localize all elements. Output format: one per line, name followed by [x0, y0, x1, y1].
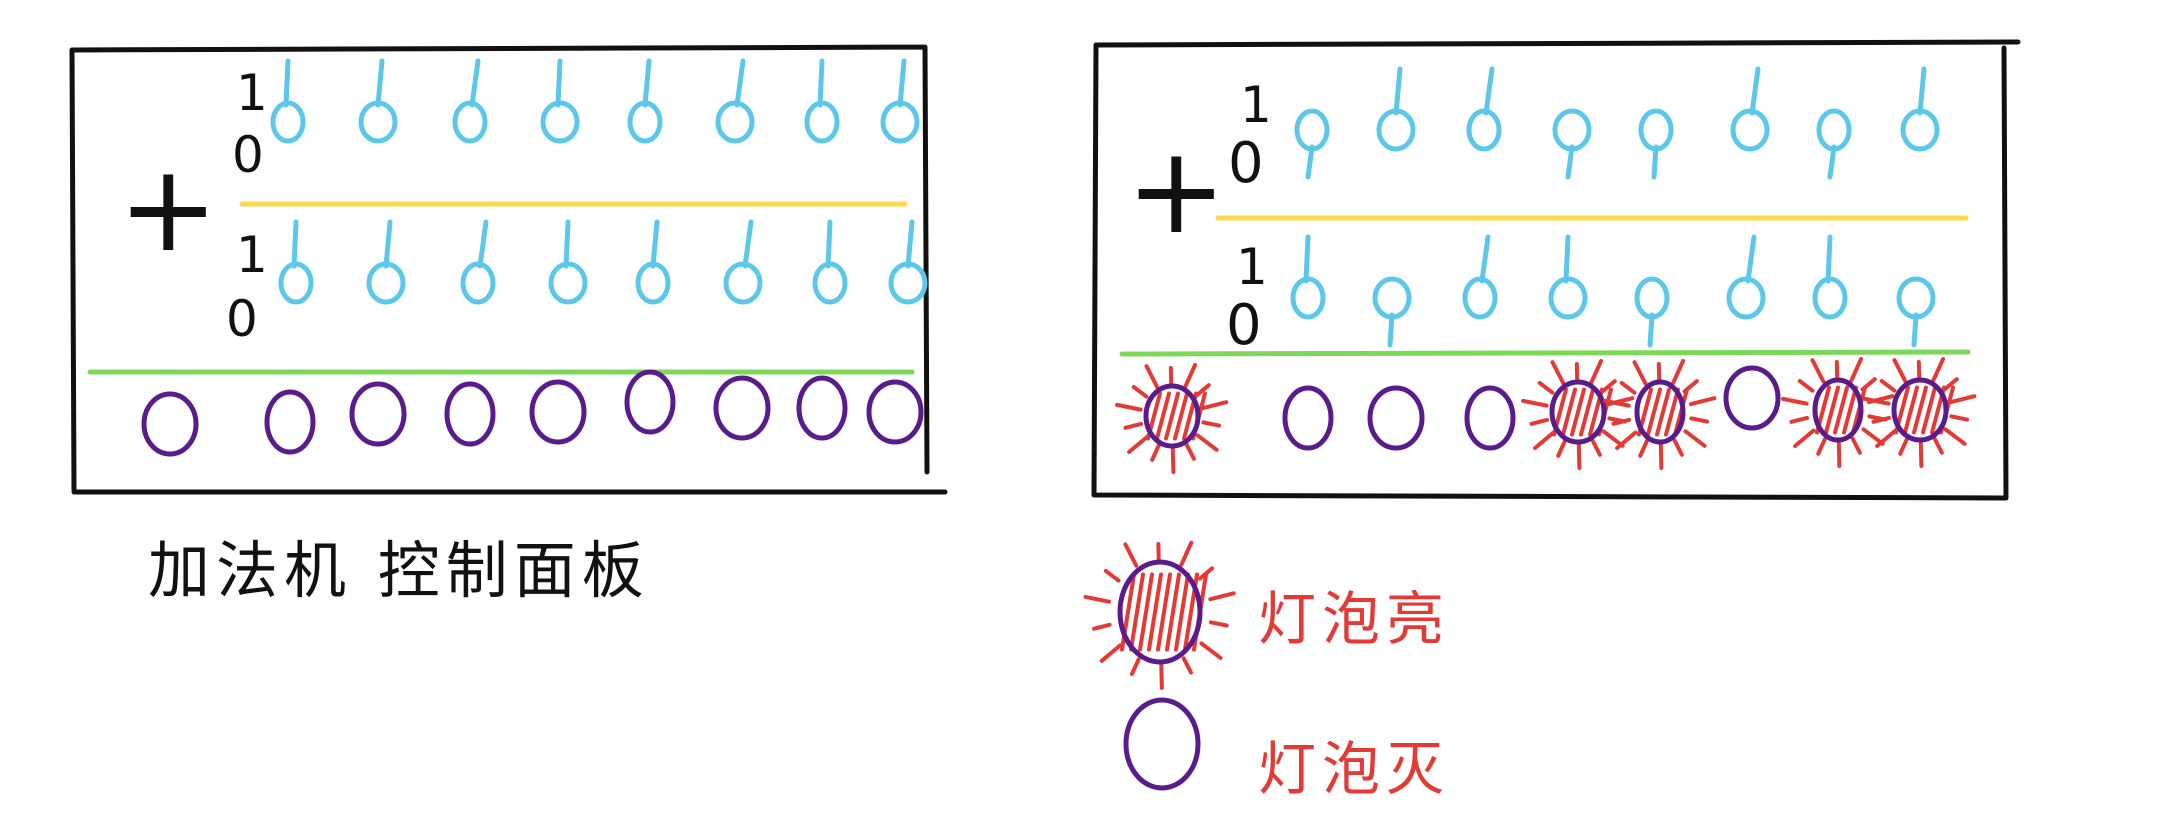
right-result-lamp-7: [1723, 365, 1781, 431]
left-row-b-one-label: 1: [236, 226, 268, 284]
left-panel-caption: 加法机 控制面板: [148, 534, 650, 607]
left-result-lamp-8: [796, 375, 848, 441]
left-b-switch-1[interactable]: [278, 219, 314, 305]
right-result-lamp-3: [1367, 385, 1425, 451]
left-a-switch-3[interactable]: [452, 58, 488, 144]
right-b-switch-4[interactable]: [1548, 234, 1588, 320]
right-a-switch-7[interactable]: [1816, 108, 1852, 180]
right-result-divider: [1119, 349, 1971, 357]
right-result-lamp-5: [1521, 358, 1635, 470]
left-result-lamp-1: [141, 391, 199, 457]
right-result-lamp-4: [1464, 385, 1516, 451]
left-result-lamp-2: [264, 389, 316, 455]
right-a-switch-2[interactable]: [1376, 66, 1416, 152]
left-a-switch-1[interactable]: [270, 58, 306, 144]
left-result-lamp-5: [529, 379, 587, 445]
left-b-switch-5[interactable]: [635, 219, 671, 305]
left-b-switch-3[interactable]: [460, 219, 496, 305]
right-row-b-one-label: 1: [1236, 238, 1268, 296]
right-b-switch-1[interactable]: [1290, 234, 1326, 320]
right-a-switch-4[interactable]: [1552, 108, 1592, 180]
legend-lit-label: 灯泡亮: [1258, 585, 1451, 653]
right-result-lamps: [1115, 356, 1977, 474]
right-b-switch-3[interactable]: [1462, 234, 1498, 320]
left-b-switch-6[interactable]: [723, 219, 763, 305]
left-a-switch-7[interactable]: [804, 58, 840, 144]
left-b-switch-2[interactable]: [366, 219, 406, 305]
right-a-switch-6[interactable]: [1730, 66, 1770, 152]
right-a-switch-8[interactable]: [1900, 66, 1940, 152]
left-a-switch-5[interactable]: [627, 58, 663, 144]
left-adder-panel: + 1 0 1 0: [69, 44, 948, 495]
right-row-a-zero-label: 0: [1228, 131, 1264, 196]
left-operand-a-switches: [270, 58, 920, 144]
right-b-switch-5[interactable]: [1634, 276, 1670, 348]
left-result-lamp-9: [866, 379, 924, 445]
right-b-switch-8[interactable]: [1896, 276, 1936, 348]
left-b-switch-4[interactable]: [548, 219, 588, 305]
left-operand-b-switches: [278, 219, 928, 305]
legend-lit-lamp: [1083, 540, 1236, 690]
left-a-switch-6[interactable]: [715, 58, 755, 144]
right-result-lamp-8: [1781, 356, 1895, 468]
left-b-switch-7[interactable]: [812, 219, 848, 305]
right-result-lamp-1: [1115, 362, 1229, 474]
right-adder-panel: + 1 0 1 0: [1091, 39, 2021, 501]
left-result-lamps: [141, 369, 924, 457]
diagram-canvas: + 1 0 1 0 + 1 0 1 0: [69, 39, 2021, 791]
right-row-b-zero-label: 0: [1226, 293, 1262, 358]
legend-unlit-label: 灯泡灭: [1258, 735, 1451, 803]
right-operand-b-switches: [1290, 234, 1936, 348]
left-plus-sign: +: [118, 140, 219, 279]
right-result-lamp-2: [1282, 385, 1334, 451]
left-result-lamp-7: [713, 375, 771, 441]
left-result-lamp-3: [349, 381, 407, 447]
left-result-lamp-6: [624, 369, 676, 435]
lamp-legend: [1083, 540, 1236, 791]
right-a-switch-1[interactable]: [1294, 108, 1330, 180]
right-operand-a-switches: [1294, 66, 1940, 180]
right-b-switch-2[interactable]: [1372, 276, 1412, 348]
left-a-switch-2[interactable]: [358, 58, 398, 144]
right-row-a-one-label: 1: [1240, 76, 1272, 134]
right-b-switch-7[interactable]: [1812, 234, 1848, 320]
right-b-switch-6[interactable]: [1726, 234, 1766, 320]
legend-lit-lamp-icon: [1083, 540, 1236, 690]
left-a-switch-4[interactable]: [540, 58, 580, 144]
left-result-lamp-4: [444, 381, 496, 447]
left-row-a-zero-label: 0: [232, 126, 264, 184]
left-b-switch-8[interactable]: [888, 219, 928, 305]
right-result-lamp-6: [1603, 358, 1717, 470]
left-row-b-zero-label: 0: [226, 290, 258, 348]
right-result-lamp-9: [1863, 356, 1977, 468]
right-a-switch-5[interactable]: [1638, 108, 1674, 180]
left-a-switch-8[interactable]: [880, 58, 920, 144]
right-plus-sign: +: [1126, 122, 1227, 261]
legend-unlit-lamp-icon: [1123, 697, 1201, 791]
legend-unlit-lamp: [1123, 697, 1201, 791]
right-a-switch-3[interactable]: [1466, 66, 1502, 152]
left-row-a-one-label: 1: [236, 64, 268, 122]
